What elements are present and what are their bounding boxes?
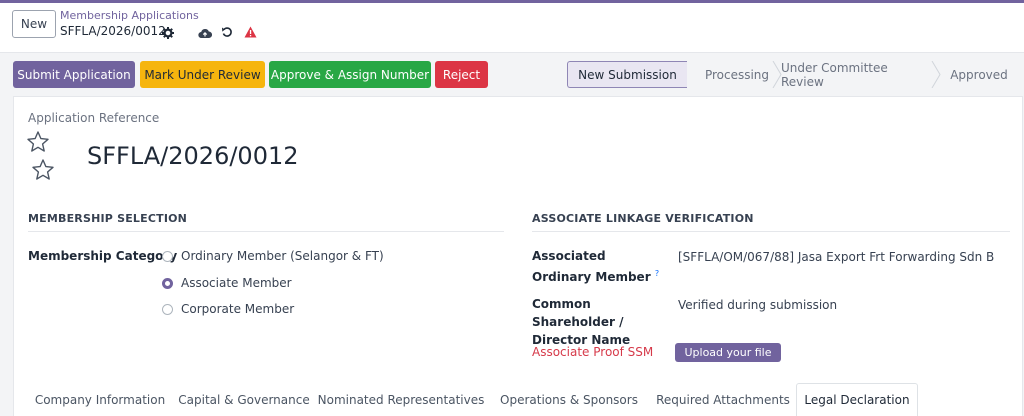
radio-label: Corporate Member bbox=[181, 302, 295, 316]
radio-corporate-member[interactable]: Corporate Member bbox=[162, 302, 294, 316]
tab-legal-declaration[interactable]: Legal Declaration bbox=[796, 383, 918, 416]
form-sheet: Application Reference SFFLA/2026/0012 ME… bbox=[13, 96, 1023, 416]
submit-application-button[interactable]: Submit Application bbox=[13, 61, 135, 88]
associated-ordinary-member-label-text: Associated Ordinary Member bbox=[532, 249, 651, 284]
mark-under-review-button[interactable]: Mark Under Review bbox=[140, 61, 265, 88]
radio-label: Associate Member bbox=[181, 276, 292, 290]
stage-processing[interactable]: Processing bbox=[693, 61, 781, 88]
notebook-tabs: Company Information Capital & Governance… bbox=[14, 383, 1024, 416]
radio-circle-checked[interactable] bbox=[162, 277, 173, 289]
tab-nominated-representatives[interactable]: Nominated Representatives bbox=[316, 383, 486, 416]
common-shareholder-value[interactable]: Verified during submission bbox=[678, 298, 837, 312]
tab-required-attachments[interactable]: Required Attachments bbox=[650, 383, 796, 416]
associated-ordinary-member-label: Associated Ordinary Member ? bbox=[532, 247, 662, 286]
breadcrumb-current-record: SFFLA/2026/0012 bbox=[60, 24, 166, 38]
tab-operations-sponsors[interactable]: Operations & Sponsors bbox=[494, 383, 644, 416]
help-tooltip-icon[interactable]: ? bbox=[655, 269, 659, 278]
warning-icon[interactable] bbox=[243, 25, 257, 39]
associate-linkage-heading: ASSOCIATE LINKAGE VERIFICATION bbox=[532, 212, 1010, 232]
star-icon[interactable] bbox=[26, 130, 50, 154]
membership-selection-heading: MEMBERSHIP SELECTION bbox=[28, 212, 504, 232]
stage-approved[interactable]: Approved bbox=[939, 61, 1019, 88]
tab-capital-governance[interactable]: Capital & Governance bbox=[174, 383, 314, 416]
record-title: SFFLA/2026/0012 bbox=[87, 142, 299, 170]
status-bar: New Submission Processing Under Committe… bbox=[567, 61, 1022, 89]
star-icon[interactable] bbox=[31, 158, 55, 182]
stage-new-submission[interactable]: New Submission bbox=[567, 61, 687, 88]
undo-icon[interactable] bbox=[220, 25, 234, 39]
approve-assign-number-button[interactable]: Approve & Assign Number bbox=[269, 61, 431, 88]
cloud-upload-icon[interactable] bbox=[197, 26, 213, 40]
upload-file-button[interactable]: Upload your file bbox=[675, 343, 781, 362]
radio-label: Ordinary Member (Selangor & FT) bbox=[181, 249, 384, 263]
associated-ordinary-member-value[interactable]: [SFFLA/OM/067/88] Jasa Export Frt Forwar… bbox=[678, 250, 994, 264]
common-shareholder-label: Common Shareholder / Director Name bbox=[532, 297, 631, 347]
associate-proof-ssm-label: Associate Proof SSM bbox=[532, 345, 654, 359]
reject-button[interactable]: Reject bbox=[435, 61, 488, 88]
tab-company-information[interactable]: Company Information bbox=[28, 383, 172, 416]
radio-associate-member[interactable]: Associate Member bbox=[162, 276, 292, 290]
breadcrumb-parent-link[interactable]: Membership Applications bbox=[60, 9, 199, 22]
radio-ordinary-member[interactable]: Ordinary Member (Selangor & FT) bbox=[162, 249, 384, 263]
membership-category-label: Membership Category bbox=[28, 249, 178, 263]
stage-under-committee-review[interactable]: Under Committee Review bbox=[781, 61, 931, 89]
radio-circle[interactable] bbox=[162, 250, 173, 262]
radio-circle[interactable] bbox=[162, 303, 173, 315]
gear-icon[interactable] bbox=[161, 26, 175, 40]
application-reference-label: Application Reference bbox=[28, 111, 160, 125]
new-button[interactable]: New bbox=[12, 10, 56, 38]
control-panel: New Membership Applications SFFLA/2026/0… bbox=[0, 3, 1024, 53]
